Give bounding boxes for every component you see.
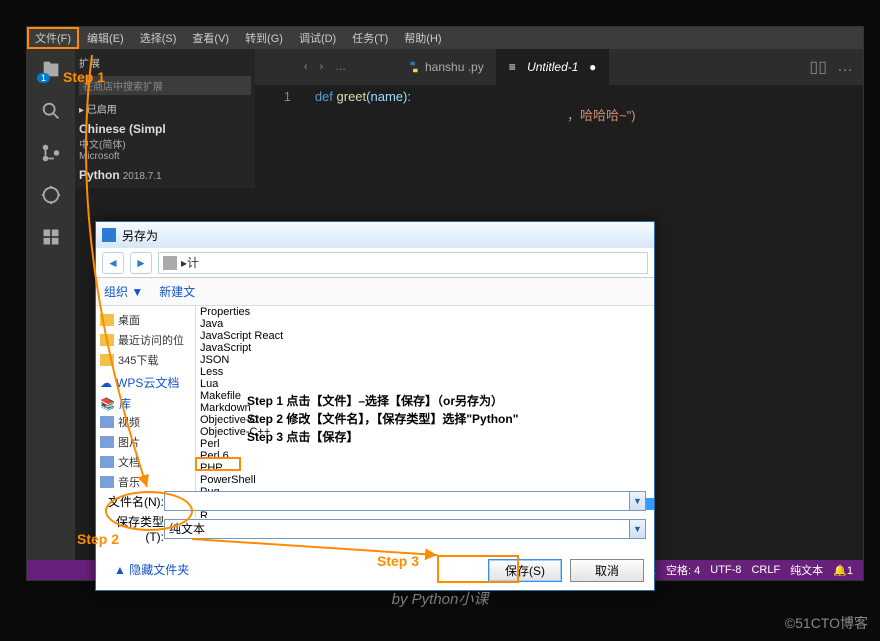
status-bell[interactable]: 🔔1 <box>833 564 853 577</box>
explorer-icon[interactable]: 1 <box>39 57 63 81</box>
tab-prev-icon[interactable]: ‹ <box>304 61 308 73</box>
menu-help[interactable]: 帮助(H) <box>396 27 449 49</box>
tab-next-icon[interactable]: › <box>320 61 324 73</box>
menu-bar: 文件(F) 编辑(E) 选择(S) 查看(V) 转到(G) 调试(D) 任务(T… <box>27 27 863 49</box>
scm-icon[interactable] <box>39 141 63 165</box>
dialog-titlebar: 另存为 <box>96 222 654 248</box>
filename-label: 文件名(N): <box>104 493 164 510</box>
status-spaces[interactable]: 空格: 4 <box>666 562 700 578</box>
fav-download[interactable]: 345下载 <box>100 350 191 370</box>
fav-desktop[interactable]: 桌面 <box>100 310 191 330</box>
debug-icon[interactable] <box>39 183 63 207</box>
lang-option-javascript[interactable]: JavaScript <box>196 342 654 354</box>
nav-back-icon[interactable]: ◄ <box>102 252 124 274</box>
watermark: ©51CTO博客 <box>785 613 868 633</box>
vscode-icon <box>102 228 116 242</box>
computer-icon <box>163 256 177 270</box>
savetype-select[interactable]: 纯文本 <box>164 519 630 539</box>
menu-file[interactable]: 文件(F) <box>27 27 79 49</box>
extension-item[interactable]: Python 2018.7.1 <box>79 168 251 182</box>
savetype-dropdown-icon[interactable]: ▼ <box>630 519 646 539</box>
extension-item[interactable]: Chinese (Simpl 中文(简体) Microsoft <box>79 122 251 162</box>
menu-edit[interactable]: 编辑(E) <box>79 27 132 49</box>
wps-cloud[interactable]: ☁ WPS云文档 <box>100 374 191 391</box>
credit-text: by Python小课 <box>0 588 880 609</box>
nav-fwd-icon[interactable]: ► <box>130 252 152 274</box>
sidebar-title: 扩展 <box>79 55 251 70</box>
lang-option-php[interactable]: PHP <box>196 462 654 474</box>
more-icon[interactable]: … <box>837 58 853 76</box>
menu-view[interactable]: 查看(V) <box>184 27 237 49</box>
instructions-text: Step 1 点击【文件】–选择【保存】（or另存为） Step 2 修改【文件… <box>247 392 518 446</box>
split-editor-icon[interactable]: ▯▯ <box>809 57 827 77</box>
status-encoding[interactable]: UTF-8 <box>710 564 741 576</box>
fav-recent[interactable]: 最近访问的位 <box>100 330 191 350</box>
menu-goto[interactable]: 转到(G) <box>237 27 291 49</box>
savetype-label: 保存类型(T): <box>104 513 164 544</box>
extensions-sidebar: 扩展 在商店中搜索扩展 ▸ 已启用 Chinese (Simpl 中文(简体) … <box>75 49 255 188</box>
new-folder-button[interactable]: 新建文 <box>159 283 195 300</box>
tab-hanshu[interactable]: hanshu .py <box>395 49 497 85</box>
status-language[interactable]: 纯文本 <box>790 562 823 578</box>
code-editor[interactable]: 1 def greet(name): ，哈哈哈~") <box>255 85 863 128</box>
lang-option-lua[interactable]: Lua <box>196 378 654 390</box>
menu-tasks[interactable]: 任务(T) <box>344 27 396 49</box>
lang-option-json[interactable]: JSON <box>196 354 654 366</box>
extensions-icon[interactable] <box>39 225 63 249</box>
search-icon[interactable] <box>39 99 63 123</box>
tab-untitled[interactable]: ≡ Untitled-1 ● <box>497 49 610 85</box>
lib-pictures[interactable]: 图片 <box>100 432 191 452</box>
activity-bar: 1 <box>27 49 75 560</box>
menu-debug[interactable]: 调试(D) <box>291 27 344 49</box>
save-button[interactable]: 保存(S) <box>488 559 562 582</box>
filename-dropdown-icon[interactable]: ▼ <box>630 491 646 511</box>
favorites-pane: 桌面 最近访问的位 345下载 ☁ WPS云文档 📚 库 视频 图片 文档 音乐 <box>96 306 196 518</box>
lib-documents[interactable]: 文档 <box>100 452 191 472</box>
enabled-section: ▸ 已启用 <box>79 101 251 116</box>
lang-option-perl-6[interactable]: Perl 6 <box>196 450 654 462</box>
status-eol[interactable]: CRLF <box>751 564 780 576</box>
filename-input[interactable] <box>164 491 630 511</box>
libraries[interactable]: 📚 库 <box>100 395 191 412</box>
editor-tabs: ‹ › … hanshu .py ≡ Untitled-1 ● ▯▯ … <box>255 49 863 85</box>
lang-option-powershell[interactable]: PowerShell <box>196 474 654 486</box>
lang-option-java[interactable]: Java <box>196 318 654 330</box>
python-file-icon <box>407 60 421 74</box>
organize-button[interactable]: 组织 ▼ <box>104 283 143 300</box>
lang-option-properties[interactable]: Properties <box>196 306 654 318</box>
lang-option-javascript-react[interactable]: JavaScript React <box>196 330 654 342</box>
lib-video[interactable]: 视频 <box>100 412 191 432</box>
extension-search-input[interactable]: 在商店中搜索扩展 <box>79 76 251 95</box>
hide-folders-link[interactable]: ▲ 隐藏文件夹 <box>114 561 189 578</box>
address-bar[interactable]: ▸ 计 <box>158 252 648 274</box>
menu-select[interactable]: 选择(S) <box>132 27 185 49</box>
lang-option-less[interactable]: Less <box>196 366 654 378</box>
cancel-button[interactable]: 取消 <box>570 559 644 582</box>
